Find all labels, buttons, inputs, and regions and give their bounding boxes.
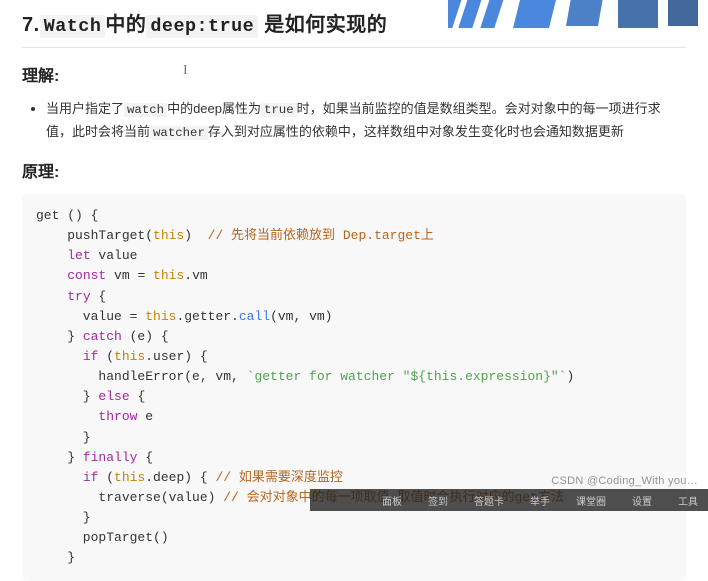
divider — [22, 47, 686, 48]
title-code-deep: deep:true — [146, 15, 258, 38]
footer-panel[interactable]: 面板 — [382, 493, 402, 508]
bullet-list: 当用户指定了watch中的deep属性为true时，如果当前监控的值是数组类型。… — [22, 98, 686, 144]
csdn-watermark: CSDN @Coding_With you… — [551, 475, 698, 487]
section-principle: 原理: — [22, 158, 686, 182]
page-title: 7.Watch中的deep:true 是如何实现的 — [22, 0, 686, 45]
inline-code-true: true — [261, 103, 297, 117]
title-mid: 中的 — [105, 14, 146, 36]
footer-toolbar: 面板 签到 答题卡 举手 课堂圈 设置 工具 — [310, 489, 708, 511]
title-code-watch: Watch — [40, 15, 106, 38]
section-understand: 理解: — [22, 62, 686, 86]
list-item: 当用户指定了watch中的deep属性为true时，如果当前监控的值是数组类型。… — [46, 98, 686, 144]
footer-tools[interactable]: 工具 — [678, 493, 698, 508]
footer-class-circle[interactable]: 课堂圈 — [576, 493, 606, 508]
code-block: get () { pushTarget(this) // 先将当前依赖放到 De… — [22, 194, 686, 581]
footer-raise-hand[interactable]: 举手 — [530, 493, 550, 508]
inline-code-watch: watch — [124, 103, 167, 117]
title-prefix: 7. — [22, 14, 40, 36]
footer-settings[interactable]: 设置 — [632, 493, 652, 508]
footer-checkin[interactable]: 签到 — [428, 493, 448, 508]
title-suffix: 是如何实现的 — [264, 14, 387, 36]
footer-answer-card[interactable]: 答题卡 — [474, 493, 504, 508]
inline-code-watcher: watcher — [150, 126, 208, 140]
